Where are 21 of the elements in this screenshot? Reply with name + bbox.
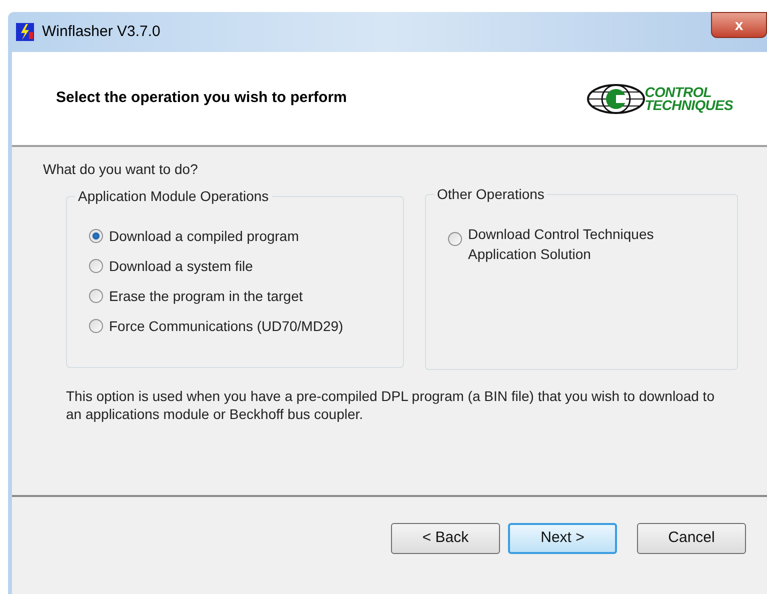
radio-option[interactable]: Erase the program in the target [89, 286, 391, 306]
radio-option[interactable]: Download a compiled program [89, 226, 391, 246]
logo-text: CONTROL [644, 86, 712, 98]
dialog-button[interactable]: < Back [391, 523, 500, 554]
radio-button[interactable] [89, 259, 103, 273]
logo-text: TECHNIQUES [644, 98, 733, 112]
window-title: Winflasher V3.7.0 [42, 22, 160, 42]
radio-option[interactable]: Download a system file [89, 256, 391, 276]
dialog-button[interactable]: Next > [508, 523, 617, 554]
app-icon [16, 23, 34, 41]
globe-logo-icon [586, 84, 645, 114]
dialog-button[interactable]: Cancel [637, 523, 746, 554]
radio-button[interactable] [89, 229, 103, 243]
radio-button[interactable] [89, 289, 103, 303]
description-text: This option is used when you have a pre-compiled DPL program (a BIN file) that you wish to download to an applications module or Beckhoff bus coupler. [65, 387, 716, 423]
radio-button[interactable] [448, 232, 462, 246]
question-label: What do you want to do? [43, 161, 198, 177]
radio-option[interactable]: Force Communications (UD70/MD29) [89, 316, 391, 336]
radio-button[interactable] [89, 319, 103, 333]
page-heading: Select the operation you wish to perform [56, 88, 347, 108]
radio-option[interactable]: Download Control Techniques Application Solution [448, 224, 725, 264]
